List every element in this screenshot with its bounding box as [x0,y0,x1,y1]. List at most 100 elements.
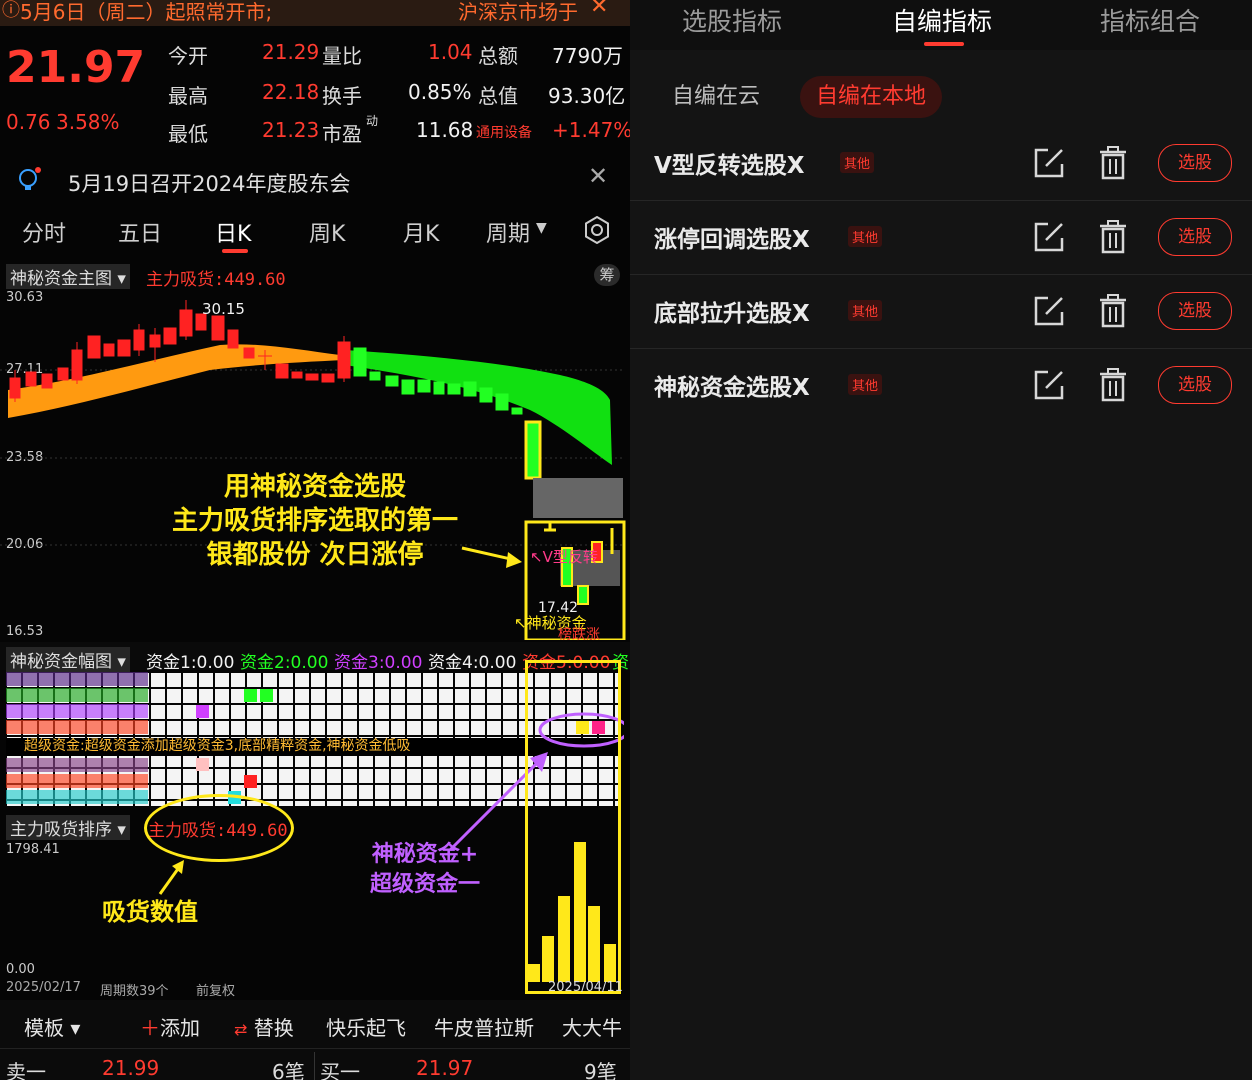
close-announcement-icon[interactable]: ✕ [588,162,608,190]
formula-tag: 其他 [840,152,875,173]
template-menu[interactable]: 模板 ▾ [24,1012,80,1041]
delete-icon[interactable] [1098,294,1128,328]
grid-caption: 超级资金:超级资金添加超级资金3,底部精粹资金,神秘资金低吸 [24,738,411,754]
market-cap-label: 总值 [478,84,518,108]
tab-period[interactable]: 周期 [486,216,530,248]
period-dropdown-icon[interactable]: ▼ [536,220,547,236]
close-notice-icon[interactable]: ✕ [590,0,608,19]
active-tab-indicator [222,249,248,253]
main-indicator-selector[interactable]: 神秘资金主图 ▾ [6,264,130,289]
tab-intraday[interactable]: 分时 [22,216,66,248]
add-button[interactable]: ＋添加 [140,1012,200,1041]
absorb-annotation: 吸货数值 [102,898,198,926]
volume-ratio-label: 量比 [322,44,362,68]
add-label: 添加 [160,1016,200,1040]
formula-row: V型反转选股X 其他 选股 [630,126,1252,201]
formula-name: 底部拉升选股X [654,301,810,327]
info-icon: ⓘ [2,0,20,21]
tab-daily-k[interactable]: 日K [215,216,251,248]
low-value: 21.23 [262,118,320,142]
fund-1-value: 资金1:0.00 [146,653,235,673]
pe-value: 11.68 [416,118,474,142]
indicator-shortcut[interactable]: 大大牛 [562,1012,622,1041]
volume-ratio-value: 1.04 [428,40,473,64]
tab-weekly-k[interactable]: 周K [309,216,345,248]
tab-stock-picking-indicators[interactable]: 选股指标 [682,2,782,38]
chip-distribution-button[interactable]: 筹 [594,264,620,286]
high-label: 最高 [168,84,208,108]
fund-2-value: 资金2:0.00 [240,653,329,673]
super-fund-annotation: 神秘资金+ 超级资金一 [360,840,490,900]
buy-one-price: 21.97 [416,1056,474,1080]
sector-label[interactable]: 通用设备 [476,122,532,142]
market-cap-value: 93.30亿 [548,84,626,108]
delete-icon[interactable] [1098,368,1128,402]
tab-monthly-k[interactable]: 月K [403,216,439,248]
annotation-line: 主力吸货排序选取的第一 [171,506,458,536]
announcement-text: 5月19日召开2024年度股东会 [68,172,351,196]
annotation-line: 银都股份 次日涨停 [206,540,424,570]
histogram-bar [574,842,586,982]
absorb-axis-top: 1798.41 [6,842,60,857]
absorb-axis-bottom: 0.00 [6,962,35,977]
pick-stock-button[interactable]: 选股 [1158,218,1232,256]
edit-icon[interactable] [1032,294,1066,328]
pe-label: 市盈 [322,122,362,146]
v-reversal-signal: ↖V型反转 [530,548,598,566]
pick-stock-button[interactable]: 选股 [1158,366,1232,404]
formula-row: 神秘资金选股X 其他 选股 [630,348,1252,422]
sell-one-count: 6笔 [272,1060,305,1080]
active-tab-indicator [924,42,964,46]
main-indicator-name: 神秘资金主图 [10,269,112,289]
fund-indicator-selector[interactable]: 神秘资金幅图 ▾ [6,647,130,672]
open-label: 今开 [168,44,208,68]
absorb-histogram [528,842,616,982]
indicator-shortcut[interactable]: 快乐起飞 [326,1012,406,1041]
sector-change: +1.47% [552,118,630,142]
absorb-rank-selector[interactable]: 主力吸货排序 ▾ [6,815,130,840]
formula-row: 涨停回调选股X 其他 选股 [630,200,1252,275]
peak-price-label: 30.15 [202,300,245,318]
edit-icon[interactable] [1032,220,1066,254]
edit-icon[interactable] [1032,368,1066,402]
delete-icon[interactable] [1098,220,1128,254]
subtab-cloud[interactable]: 自编在云 [672,82,760,112]
histogram-bar [528,964,540,982]
annotation-line: 神秘资金+ [371,842,479,867]
pick-stock-button[interactable]: 选股 [1158,144,1232,182]
absorb-rank-name: 主力吸货排序 [10,820,112,840]
buy-one-label: 买一 [320,1060,360,1080]
chart-adjust-mode[interactable]: 前复权 [196,980,235,999]
high-value: 22.18 [262,80,320,104]
sell-one-price: 21.99 [102,1056,160,1080]
tab-five-day[interactable]: 五日 [118,216,162,248]
stock-detail-panel: ⓘ 5月6日（周二）起照常开市; 沪深京市场于 ✕ 21.97 0.76 3.5… [0,0,630,1080]
notice-bar[interactable]: ⓘ 5月6日（周二）起照常开市; 沪深京市场于 ✕ [0,0,630,26]
announcement-bar[interactable]: 5月19日召开2024年度股东会 ✕ [0,160,630,200]
tab-custom-indicators[interactable]: 自编指标 [892,2,992,38]
edit-icon[interactable] [1032,146,1066,180]
tab-indicator-combos[interactable]: 指标组合 [1100,2,1200,38]
indicator-shortcut[interactable]: 牛皮普拉斯 [434,1012,534,1041]
v-reversal-label: V型反转 [542,548,598,566]
pe-dynamic-superscript: 动 [366,114,379,128]
delete-icon[interactable] [1098,146,1128,180]
chart-start-date: 2025/02/17 [6,980,81,995]
pick-stock-button[interactable]: 选股 [1158,292,1232,330]
turnover-rate-value: 0.85% [408,80,472,104]
chart-end-date: 2025/04/11 [548,980,623,995]
chart-period-count: 周期数39个 [100,984,169,999]
replace-button[interactable]: ⇄ 替换 [234,1012,294,1041]
formula-name: 涨停回调选股X [654,227,810,253]
formula-tabs: 选股指标 自编指标 指标组合 [630,0,1252,50]
turnover-amount-value: 7790万 [552,44,623,68]
annotation-line: 超级资金一 [369,872,480,897]
replace-label: 替换 [253,1016,294,1040]
main-annotation: 用神秘资金选股 主力吸货排序选取的第一 银都股份 次日涨停 [120,470,510,572]
candlestick-chart[interactable] [0,290,630,640]
notice-text: 5月6日（周二）起照常开市; [20,0,273,24]
subtab-local[interactable]: 自编在本地 [800,76,943,118]
absorb-highlight-ellipse [144,794,294,862]
trend-ribbon-green [345,350,612,465]
settings-icon[interactable] [583,216,611,244]
